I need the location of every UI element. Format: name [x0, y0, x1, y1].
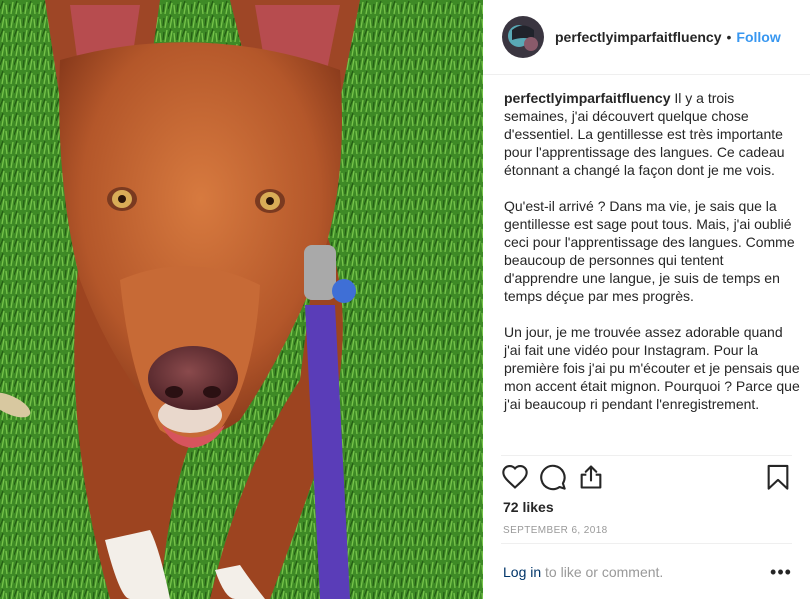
header-separator: • [726, 29, 732, 45]
post-caption: perfectlyimparfaitfluency Il y a trois s… [504, 89, 800, 431]
caption-paragraph-3: Un jour, je me trouvée assez adorable qu… [504, 324, 800, 412]
post-details-panel: perfectlyimparfaitfluency • Follow perfe… [483, 0, 810, 599]
caption-paragraph-1: perfectlyimparfaitfluency Il y a trois s… [504, 89, 800, 179]
likes-count[interactable]: 72 likes [503, 499, 554, 515]
action-bar [501, 463, 792, 493]
login-prompt: Log in to like or comment. [503, 564, 663, 580]
post-photo [0, 0, 483, 599]
heart-icon[interactable] [501, 463, 529, 491]
comment-bubble-icon[interactable] [539, 463, 567, 491]
actions-divider-top [501, 455, 792, 456]
post-date[interactable]: SEPTEMBER 6, 2018 [503, 525, 608, 536]
login-link[interactable]: Log in [503, 564, 541, 580]
post-header: perfectlyimparfaitfluency • Follow [483, 0, 810, 75]
bookmark-icon[interactable] [764, 463, 792, 491]
header-username[interactable]: perfectlyimparfaitfluency [555, 29, 722, 45]
more-options-icon[interactable]: ••• [769, 562, 793, 582]
caption-paragraph-2: Qu'est-il arrivé ? Dans ma vie, je sais … [504, 198, 795, 304]
login-prompt-text: to like or comment. [541, 564, 664, 580]
login-divider [501, 543, 792, 544]
avatar[interactable] [502, 16, 544, 58]
follow-button[interactable]: Follow [736, 29, 780, 45]
share-icon[interactable] [577, 463, 605, 491]
caption-username[interactable]: perfectlyimparfaitfluency [504, 90, 671, 106]
